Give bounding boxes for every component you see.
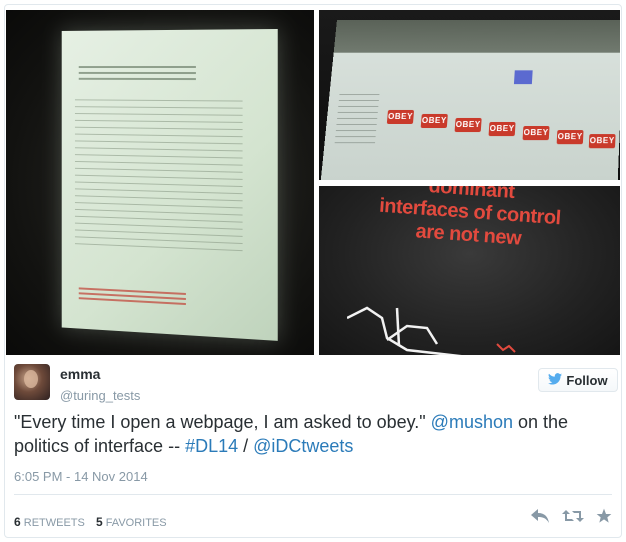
tweet-timestamp[interactable]: 6:05 PM - 14 Nov 2014 <box>14 469 148 484</box>
slide-quote: dominant interfaces of control are not n… <box>319 186 620 257</box>
projected-slide <box>61 28 278 341</box>
calendar-toolbar <box>333 19 620 53</box>
obey-badge: OBEY <box>420 113 448 129</box>
obey-badge: OBEY <box>488 121 516 137</box>
divider <box>14 494 612 495</box>
user-name[interactable]: emma <box>60 366 100 382</box>
tweet-stats: 6 RETWEETS 5 FAVORITES <box>14 515 167 529</box>
photo-dominant-interfaces[interactable]: dominant interfaces of control are not n… <box>319 186 620 355</box>
retweet-count[interactable]: 6 <box>14 515 21 529</box>
photo-grid: OBEY OBEY OBEY OBEY OBEY OBEY OBEY domin… <box>6 10 620 355</box>
tweet-text-part: "Every time I open a webpage, I am asked… <box>14 412 431 432</box>
tweet-text-part: / <box>238 436 254 456</box>
star-icon[interactable] <box>596 508 612 529</box>
avatar[interactable] <box>14 364 50 400</box>
slide-sketch-drawing <box>347 306 516 355</box>
favorite-label[interactable]: FAVORITES <box>106 517 167 529</box>
user-handle[interactable]: @turing_tests <box>60 388 140 403</box>
tweet-actions <box>530 508 612 529</box>
slide-heading-blur <box>78 65 196 83</box>
retweet-icon[interactable] <box>562 508 584 529</box>
obey-badge: OBEY <box>588 134 616 149</box>
photo-calendar-obey[interactable]: OBEY OBEY OBEY OBEY OBEY OBEY OBEY <box>319 10 620 180</box>
twitter-bird-icon <box>548 372 563 388</box>
slide-body-blur <box>74 99 243 254</box>
follow-button[interactable]: Follow <box>538 368 618 392</box>
obey-badge: OBEY <box>556 130 584 145</box>
obey-badge: OBEY <box>386 109 415 124</box>
obey-badge: OBEY <box>522 126 550 141</box>
retweet-label[interactable]: RETWEETS <box>24 517 85 529</box>
slide-red-text-blur <box>78 287 186 308</box>
tweet-text: "Every time I open a webpage, I am asked… <box>14 410 614 458</box>
mini-calendar <box>334 94 380 145</box>
calendar-create-button <box>513 70 533 85</box>
obey-badge: OBEY <box>454 117 482 133</box>
favorite-count[interactable]: 5 <box>96 515 103 529</box>
mention-link[interactable]: @mushon <box>431 412 513 432</box>
mention-link[interactable]: @iDCtweets <box>253 436 353 456</box>
photo-slide-text-document[interactable] <box>6 10 314 355</box>
projected-calendar-slide: OBEY OBEY OBEY OBEY OBEY OBEY OBEY <box>320 19 620 180</box>
hashtag-link[interactable]: #DL14 <box>185 436 238 456</box>
reply-icon[interactable] <box>530 508 550 529</box>
follow-label: Follow <box>566 372 608 388</box>
